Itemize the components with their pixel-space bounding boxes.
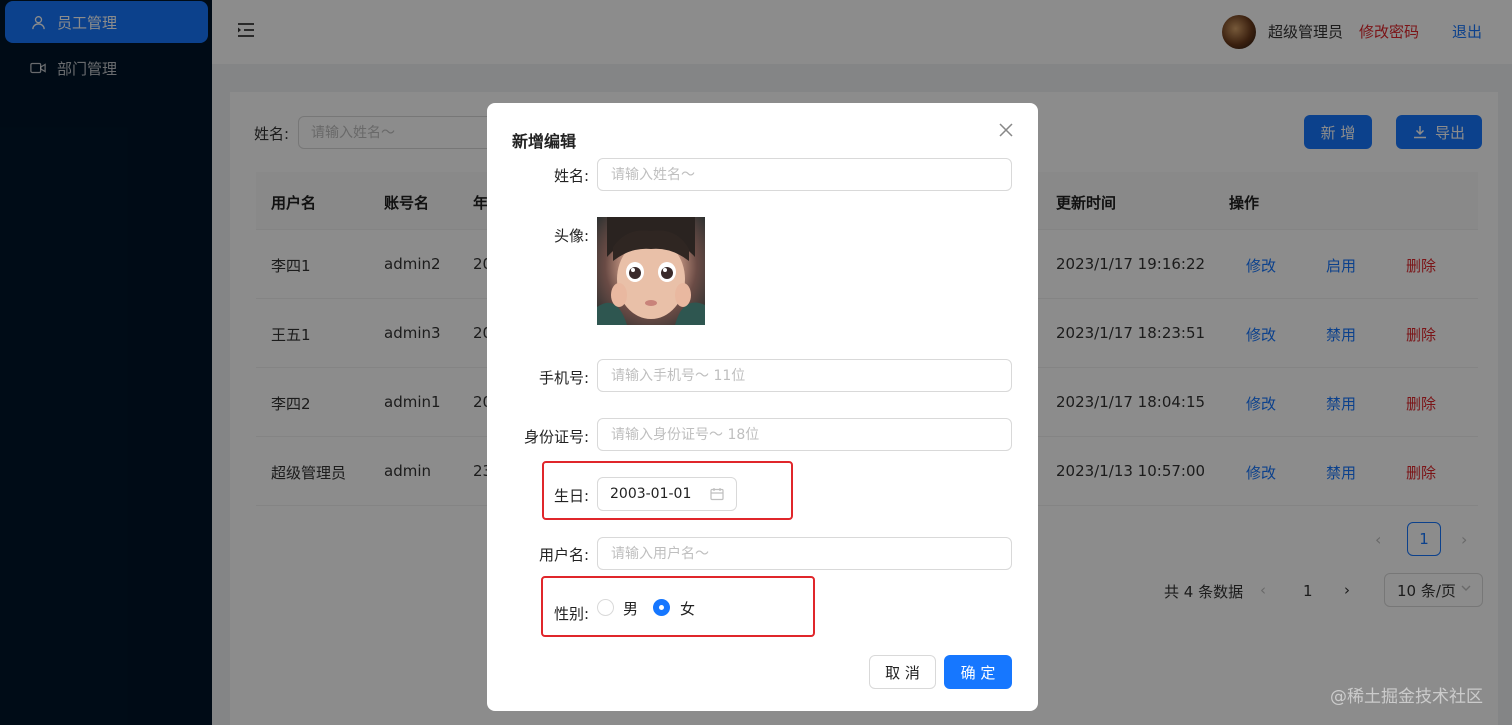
watermark: @稀土掘金技术社区 [1330, 687, 1483, 707]
gender-male-label[interactable]: 男 [623, 598, 638, 619]
id-number-input[interactable] [597, 418, 1012, 451]
phone-label: 手机号: [538, 369, 589, 387]
gender-female-radio[interactable] [653, 599, 670, 616]
avatar-image[interactable] [597, 217, 705, 325]
modal-title: 新增编辑 [512, 132, 577, 151]
id-number-label: 身份证号: [523, 428, 589, 446]
name-label: 姓名: [553, 167, 589, 185]
cancel-button[interactable]: 取 消 [869, 655, 936, 689]
birthday-label: 生日: [553, 487, 589, 505]
phone-input[interactable] [597, 359, 1012, 392]
calendar-icon [710, 487, 724, 505]
gender-male-radio[interactable] [597, 599, 614, 616]
birthday-date-picker[interactable]: 2003-01-01 [597, 477, 737, 511]
avatar-label: 头像: [553, 227, 589, 245]
gender-female-label[interactable]: 女 [680, 598, 695, 619]
name-input[interactable] [597, 158, 1012, 191]
edit-modal: 新增编辑 姓名: 头像: 手机号: 身份证号: 生日: 2003-01-01 [487, 103, 1038, 711]
close-icon[interactable] [999, 123, 1017, 141]
birthday-value: 2003-01-01 [610, 486, 692, 502]
gender-label: 性别: [553, 605, 589, 623]
confirm-button[interactable]: 确 定 [944, 655, 1012, 689]
username-label: 用户名: [538, 546, 589, 564]
username-input[interactable] [597, 537, 1012, 570]
